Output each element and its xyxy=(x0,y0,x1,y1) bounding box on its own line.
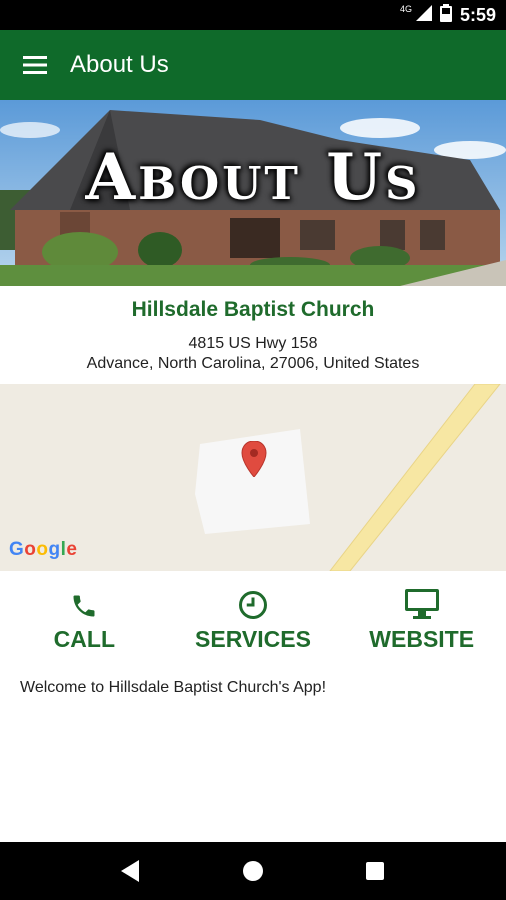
church-name: Hillsdale Baptist Church xyxy=(131,298,375,321)
website-button[interactable]: WEBSITE xyxy=(337,586,506,656)
back-icon xyxy=(121,860,139,882)
menu-button[interactable] xyxy=(0,30,70,100)
clock-icon xyxy=(239,591,267,619)
welcome-message: Welcome to Hillsdale Baptist Church's Ap… xyxy=(20,679,327,696)
recents-icon xyxy=(366,862,384,880)
hero-title: About Us xyxy=(85,140,421,215)
app-bar: About Us xyxy=(0,30,506,100)
monitor-icon xyxy=(404,589,439,619)
map-view[interactable]: Google xyxy=(0,384,506,571)
back-button[interactable] xyxy=(111,851,151,891)
home-button[interactable] xyxy=(233,851,273,891)
page-title: About Us xyxy=(70,51,169,78)
recents-button[interactable] xyxy=(355,851,395,891)
call-label: CALL xyxy=(53,626,115,652)
system-nav-bar xyxy=(0,842,506,900)
phone-icon xyxy=(73,595,95,617)
call-button[interactable]: CALL xyxy=(0,586,169,656)
address-line-2: Advance, North Carolina, 27006, United S… xyxy=(86,355,420,372)
home-icon xyxy=(243,861,263,881)
location-pin-icon[interactable] xyxy=(241,441,267,477)
signal-icon xyxy=(415,4,432,26)
action-row: CALL SERVICES WEBSITE xyxy=(0,586,506,656)
network-type: 4G xyxy=(399,4,412,14)
menu-icon xyxy=(23,56,47,74)
church-info: Hillsdale Baptist Church 4815 US Hwy 158… xyxy=(0,286,506,384)
website-label: WEBSITE xyxy=(369,626,475,652)
services-label: SERVICES xyxy=(195,626,311,652)
google-logo: Google xyxy=(9,539,78,560)
address-line-1: 4815 US Hwy 158 xyxy=(188,335,318,352)
hero-banner: About Us xyxy=(0,100,506,286)
status-bar: 4G 5:59 xyxy=(0,0,506,30)
battery-icon xyxy=(439,3,452,27)
services-button[interactable]: SERVICES xyxy=(169,586,338,656)
clock-time: 5:59 xyxy=(459,4,496,25)
